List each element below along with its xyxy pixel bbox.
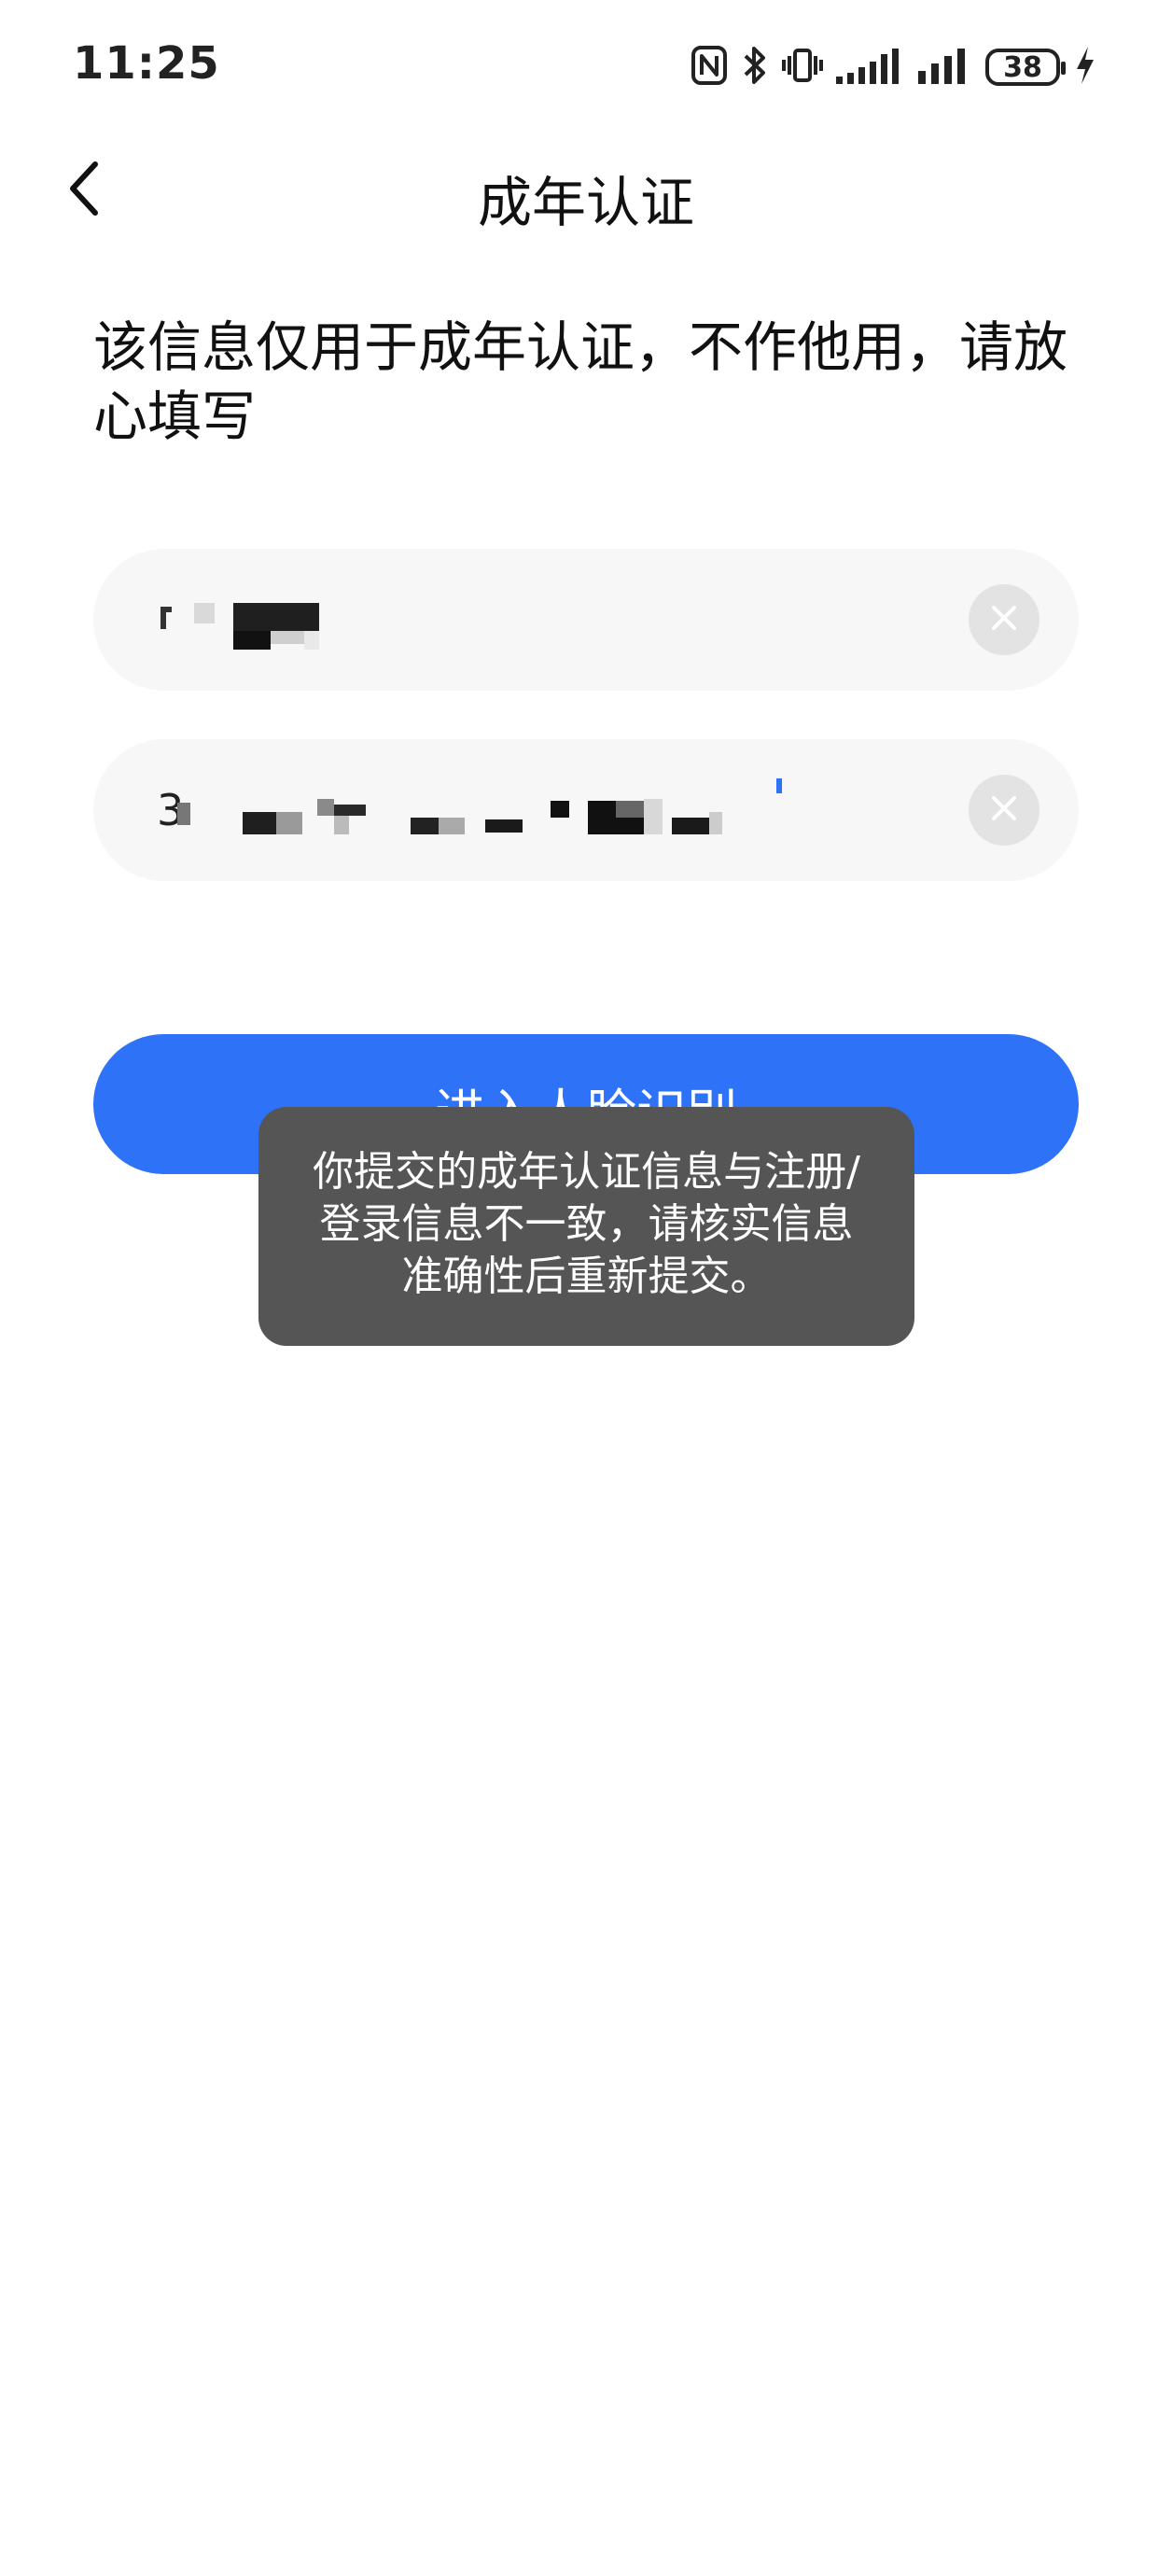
clear-name-button[interactable] bbox=[969, 584, 1039, 655]
page-title: 成年认证 bbox=[477, 171, 694, 234]
clear-id-button[interactable] bbox=[969, 775, 1039, 846]
notice-text: 该信息仅用于成年认证，不作他用，请放心填写 bbox=[93, 315, 1068, 448]
status-icons: 38 bbox=[691, 45, 1097, 90]
charging-icon bbox=[1073, 45, 1097, 90]
close-icon bbox=[988, 792, 1020, 828]
name-field[interactable] bbox=[93, 549, 1079, 691]
signal-1-icon bbox=[836, 45, 905, 90]
redacted-name-value bbox=[149, 586, 355, 657]
close-icon bbox=[988, 602, 1020, 637]
toast-message: 你提交的成年认证信息与注册/登录信息不一致，请核实信息准确性后重新提交。 bbox=[313, 1148, 860, 1300]
battery-icon: 38 bbox=[985, 49, 1066, 86]
error-toast: 你提交的成年认证信息与注册/登录信息不一致，请核实信息准确性后重新提交。 bbox=[258, 1107, 914, 1346]
redacted-id-value bbox=[177, 771, 830, 859]
signal-2-icon bbox=[918, 45, 972, 90]
status-time: 11:25 bbox=[73, 37, 220, 90]
vibrate-icon bbox=[782, 45, 823, 90]
nav-header: 成年认证 bbox=[0, 131, 1172, 252]
id-number-field[interactable]: 3 bbox=[93, 739, 1079, 881]
bluetooth-icon bbox=[741, 45, 769, 90]
status-bar: 11:25 38 bbox=[0, 0, 1172, 131]
nfc-icon bbox=[691, 45, 728, 90]
